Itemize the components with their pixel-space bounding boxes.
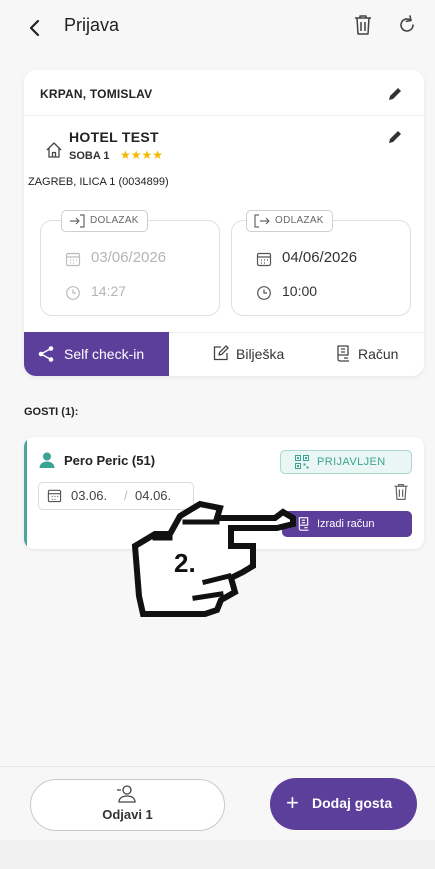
back-arrow-icon[interactable] (22, 15, 48, 41)
calendar-icon (47, 488, 62, 506)
note-edit-icon (212, 344, 230, 365)
stay-date-from: 03.06. (71, 488, 108, 503)
page-title: Prijava (64, 15, 120, 35)
departure-time: 10:00 (282, 283, 318, 299)
clock-icon (256, 285, 272, 305)
home-icon (44, 140, 64, 160)
arrival-time: 14:27 (91, 283, 127, 299)
hotel-name: HOTEL TEST (69, 129, 159, 145)
add-guest-button[interactable]: + Dodaj gosta (270, 778, 417, 830)
calendar-icon (256, 251, 272, 271)
arrival-label: DOLAZAK (90, 215, 139, 226)
edit-guest-icon[interactable] (386, 85, 404, 103)
star-rating: ★★★★ (120, 148, 164, 162)
trash-icon[interactable] (352, 13, 374, 37)
refresh-icon[interactable] (395, 13, 419, 37)
departure-box: ODLAZAK 04/06/2026 10:00 (231, 210, 411, 316)
divider (24, 115, 424, 116)
guest-card-accent (24, 437, 27, 549)
clock-icon (65, 285, 81, 305)
departure-tag: ODLAZAK (246, 210, 333, 232)
footer-spacer (0, 840, 435, 869)
guests-section-header: GOSTI (1): (24, 406, 79, 418)
checkout-label: Odjavi 1 (102, 807, 153, 822)
status-badge: PRIJAVLJEN (280, 450, 412, 474)
hotel-address: ZAGREB, ILICA 1 (0034899) (28, 176, 169, 188)
arrival-tag: DOLAZAK (61, 210, 148, 232)
self-checkin-label: Self check-in (64, 346, 145, 362)
edit-hotel-icon[interactable] (386, 128, 404, 146)
room-name: SOBA 1 (69, 150, 110, 162)
add-guest-label: Dodaj gosta (312, 795, 393, 811)
arrival-box: DOLAZAK 03/06/2026 14:27 (40, 210, 220, 316)
invoice-label: Račun (358, 346, 399, 362)
plus-icon: + (286, 790, 299, 815)
arrival-date: 03/06/2026 (91, 249, 167, 266)
share-icon (37, 345, 55, 366)
qr-code-icon (295, 455, 309, 472)
checkout-button[interactable]: Odjavi 1 (30, 779, 225, 831)
departure-label: ODLAZAK (275, 215, 324, 226)
reservation-card: KRPAN, TOMISLAV HOTEL TEST SOBA 1 ★★★★ Z… (24, 70, 424, 376)
pointing-hand-annotation (125, 494, 415, 624)
guest-name[interactable]: Pero Peric (51) (64, 453, 155, 468)
annotation-step-label: 2. (174, 548, 196, 578)
self-checkin-button[interactable]: Self check-in (24, 332, 169, 376)
receipt-icon (334, 344, 352, 365)
calendar-icon (65, 251, 81, 271)
person-icon (38, 451, 56, 469)
departure-date: 04/06/2026 (282, 249, 358, 266)
note-label: Bilješka (236, 346, 285, 362)
user-icon (116, 784, 138, 809)
app-header: Prijava (0, 0, 435, 54)
status-text: PRIJAVLJEN (317, 456, 386, 468)
reservation-guest-name: KRPAN, TOMISLAV (40, 87, 153, 101)
arrival-icon (69, 214, 85, 236)
departure-icon (254, 214, 270, 236)
